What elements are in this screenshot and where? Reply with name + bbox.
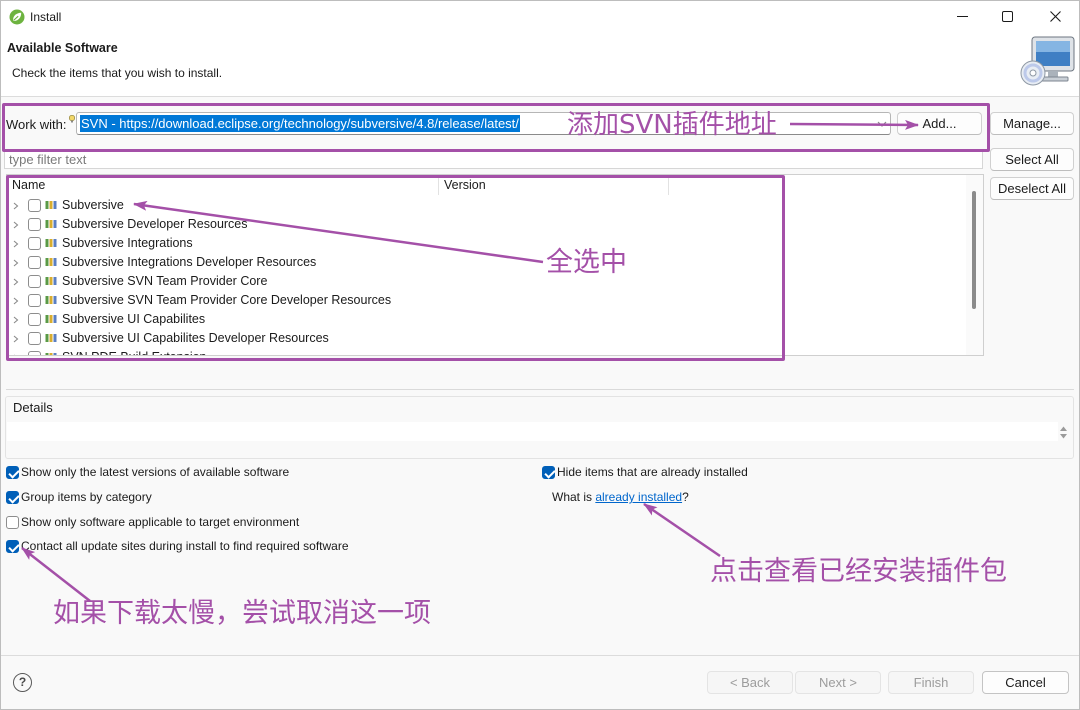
eclipse-spring-icon	[9, 9, 25, 25]
contact-all-sites-label: Contact all update sites during install …	[21, 539, 349, 553]
already-installed-link[interactable]: already installed	[595, 490, 682, 504]
latest-only-label: Show only the latest versions of availab…	[21, 465, 290, 479]
deselect-all-button[interactable]: Deselect All	[990, 177, 1074, 200]
footer-separator	[1, 655, 1079, 656]
annotation-box-tree-items	[6, 175, 785, 361]
close-button[interactable]	[1033, 1, 1079, 32]
option-group-by-category[interactable]: Group items by category	[6, 490, 176, 506]
target-env-only-checkbox[interactable]	[6, 516, 19, 529]
maximize-button[interactable]	[985, 1, 1031, 32]
annotation-select-all: 全选中	[546, 247, 627, 278]
finish-button[interactable]: Finish	[888, 671, 974, 694]
back-button[interactable]: < Back	[707, 671, 793, 694]
spinner-arrows-icon[interactable]	[1059, 425, 1068, 440]
target-env-only-label: Show only software applicable to target …	[21, 515, 300, 529]
page-description: Check the items that you wish to install…	[12, 66, 223, 80]
computer-cd-icon	[1019, 35, 1077, 87]
sash-divider[interactable]	[6, 389, 1074, 390]
next-button[interactable]: Next >	[795, 671, 881, 694]
hide-installed-label: Hide items that are already installed	[557, 465, 748, 479]
window-title: Install	[30, 10, 62, 24]
installed-info-line: What is already installed?	[552, 490, 689, 505]
hide-installed-checkbox[interactable]	[542, 466, 555, 479]
latest-only-checkbox[interactable]	[6, 466, 19, 479]
arrow-to-installed-link	[643, 502, 721, 558]
help-icon[interactable]: ?	[13, 673, 32, 692]
install-dialog: Install Available Software Check the ite…	[0, 0, 1080, 710]
title-bar: Install	[1, 1, 1079, 32]
annotation-view-installed: 点击查看已经安装插件包	[710, 556, 1007, 587]
option-target-env-only[interactable]: Show only software applicable to target …	[6, 515, 346, 531]
scrollbar-thumb[interactable]	[972, 191, 976, 309]
filter-input[interactable]	[4, 150, 983, 169]
details-text-area[interactable]	[7, 422, 1058, 441]
select-all-button[interactable]: Select All	[990, 148, 1074, 171]
page-title: Available Software	[7, 41, 118, 55]
annotation-add-site: 添加SVN插件地址	[567, 110, 777, 140]
option-latest-only[interactable]: Show only the latest versions of availab…	[6, 465, 326, 481]
wizard-header: Available Software Check the items that …	[1, 32, 1079, 97]
group-by-category-checkbox[interactable]	[6, 491, 19, 504]
details-label: Details	[13, 400, 53, 415]
option-contact-all-sites[interactable]: Contact all update sites during install …	[6, 539, 401, 555]
annotation-box-work-with	[2, 103, 990, 152]
annotation-slow-download: 如果下载太慢，尝试取消这一项	[53, 598, 431, 629]
cancel-button[interactable]: Cancel	[982, 671, 1069, 694]
manage-sites-button[interactable]: Manage...	[990, 112, 1074, 135]
installed-info-suffix: ?	[682, 490, 689, 504]
group-by-category-label: Group items by category	[21, 490, 152, 504]
maximize-icon	[1002, 11, 1013, 22]
close-icon	[1050, 11, 1061, 22]
minimize-icon	[957, 16, 968, 17]
minimize-button[interactable]	[939, 1, 985, 32]
arrow-to-contact-sites-option	[21, 547, 91, 602]
option-hide-installed[interactable]: Hide items that are already installed	[542, 465, 777, 481]
installed-info-prefix: What is	[552, 490, 596, 504]
contact-all-sites-checkbox[interactable]	[6, 540, 19, 553]
